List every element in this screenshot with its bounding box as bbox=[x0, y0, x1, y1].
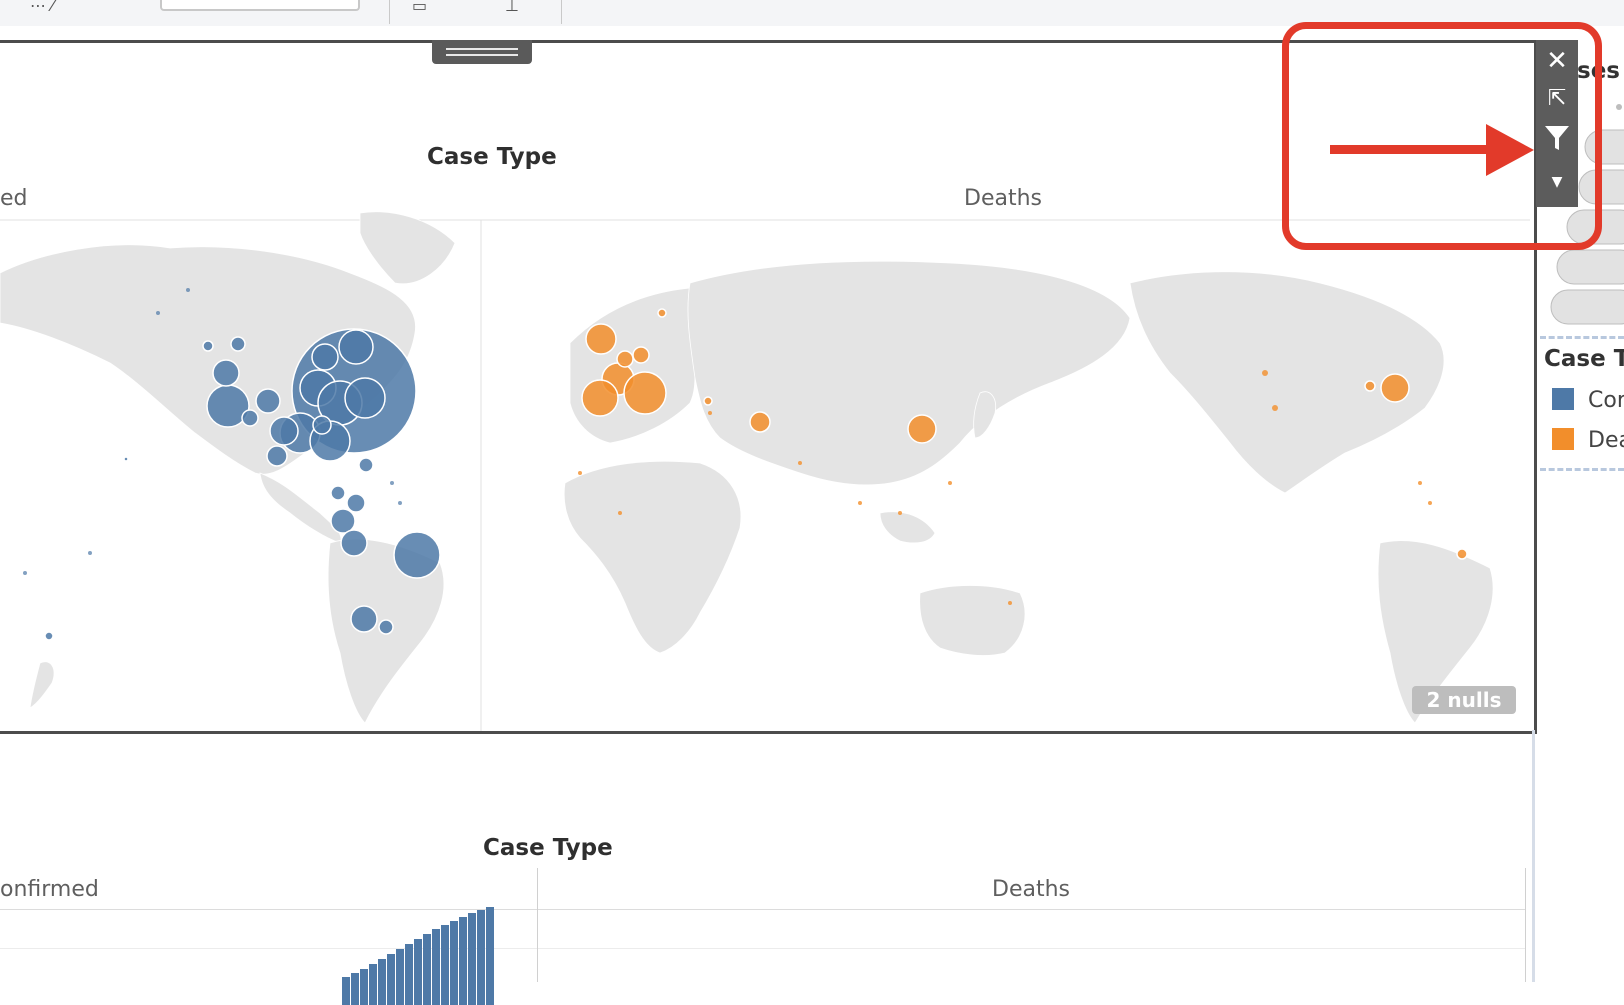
bar-pane-divider bbox=[537, 868, 538, 982]
bubble-sa-1 bbox=[330, 508, 356, 534]
bubble-us-8 bbox=[269, 416, 299, 446]
bubble-us-d2 bbox=[1364, 380, 1376, 392]
bubble-hi bbox=[123, 456, 129, 462]
legend-top-rule bbox=[1540, 336, 1624, 339]
bubble-es bbox=[581, 379, 619, 417]
bubble-us-14 bbox=[266, 445, 288, 467]
bubble-chile bbox=[350, 605, 378, 633]
bubble-tr bbox=[703, 396, 713, 406]
bubble-nz bbox=[44, 631, 54, 641]
bubble-ca-2 bbox=[346, 493, 366, 513]
map-deaths bbox=[563, 260, 1494, 724]
bubble-brazil bbox=[393, 531, 441, 579]
arrow-head bbox=[1486, 124, 1534, 176]
land-greenland bbox=[359, 211, 456, 285]
bubble-us-9 bbox=[255, 388, 281, 414]
toolbar-icon-1[interactable]: ⋯ ⁄ bbox=[30, 0, 54, 15]
arrow-line bbox=[1330, 145, 1490, 154]
nulls-badge[interactable]: 2 nulls bbox=[1412, 686, 1516, 714]
land-se-asia bbox=[879, 511, 936, 544]
land-asia bbox=[687, 260, 1131, 486]
bubble-us-deaths bbox=[1380, 373, 1410, 403]
bubble-it bbox=[623, 371, 667, 415]
map-case-type-title: Case Type bbox=[427, 144, 557, 170]
legend-bottom-rule bbox=[1540, 468, 1624, 471]
highlight-box bbox=[1282, 22, 1602, 250]
bubble-us-5 bbox=[344, 377, 386, 419]
bubble-se bbox=[657, 308, 667, 318]
bubble-uk bbox=[585, 323, 617, 355]
bar-col-deaths: Deaths bbox=[992, 877, 1070, 902]
bubble-br-deaths bbox=[1456, 548, 1468, 560]
toolbar-fit-icon[interactable]: ⊥ bbox=[505, 0, 519, 15]
bubble-ca-1 bbox=[330, 485, 346, 501]
bubble-us-11 bbox=[212, 359, 240, 387]
confirmed-bars bbox=[342, 907, 494, 1005]
bubble-arg bbox=[378, 619, 394, 635]
bubble-us-12 bbox=[230, 336, 246, 352]
bar-right-border bbox=[1525, 868, 1526, 982]
toolbar-chart-icon[interactable]: ▭ bbox=[412, 0, 427, 15]
bubble-us-15 bbox=[312, 415, 332, 435]
legend-item-deaths[interactable]: Dea bbox=[1552, 428, 1624, 453]
bubble-ir bbox=[749, 411, 771, 433]
legend-swatch-blue bbox=[1552, 388, 1574, 410]
toolbar-separator bbox=[389, 0, 390, 24]
bubble-us-16 bbox=[202, 340, 214, 352]
bubble-us-1 bbox=[338, 329, 374, 365]
map-col-confirmed: ed bbox=[0, 186, 28, 211]
bar-col-confirmed: onfirmed bbox=[0, 877, 99, 902]
legend-label: Dea bbox=[1588, 428, 1624, 453]
map-confirmed bbox=[0, 211, 456, 724]
bar-chart-confirmed bbox=[342, 907, 494, 1005]
bubble-us-2 bbox=[311, 343, 339, 371]
bubble-us-13 bbox=[241, 409, 259, 427]
toolbar-separator bbox=[561, 0, 562, 24]
bubble-de bbox=[632, 346, 650, 364]
bubble-cn bbox=[907, 414, 937, 444]
land-central-america bbox=[259, 472, 342, 544]
bar-case-type-title: Case Type bbox=[483, 835, 613, 861]
legend-title: Case Ty bbox=[1544, 346, 1624, 372]
map-col-deaths: Deaths bbox=[964, 186, 1042, 211]
land-africa bbox=[563, 460, 742, 654]
legend-label: Cor bbox=[1588, 388, 1624, 413]
land-australia bbox=[919, 585, 1026, 656]
toolbar-input[interactable] bbox=[160, 0, 360, 11]
land-nz bbox=[29, 661, 55, 709]
vertical-rule bbox=[1532, 730, 1535, 982]
legend-swatch-orange bbox=[1552, 428, 1574, 450]
bubble-sa-2 bbox=[340, 529, 368, 557]
bubble-mx-1 bbox=[358, 457, 374, 473]
drag-handle[interactable] bbox=[432, 40, 532, 64]
legend-item-confirmed[interactable]: Cor bbox=[1552, 388, 1624, 413]
bubble-be bbox=[616, 350, 634, 368]
